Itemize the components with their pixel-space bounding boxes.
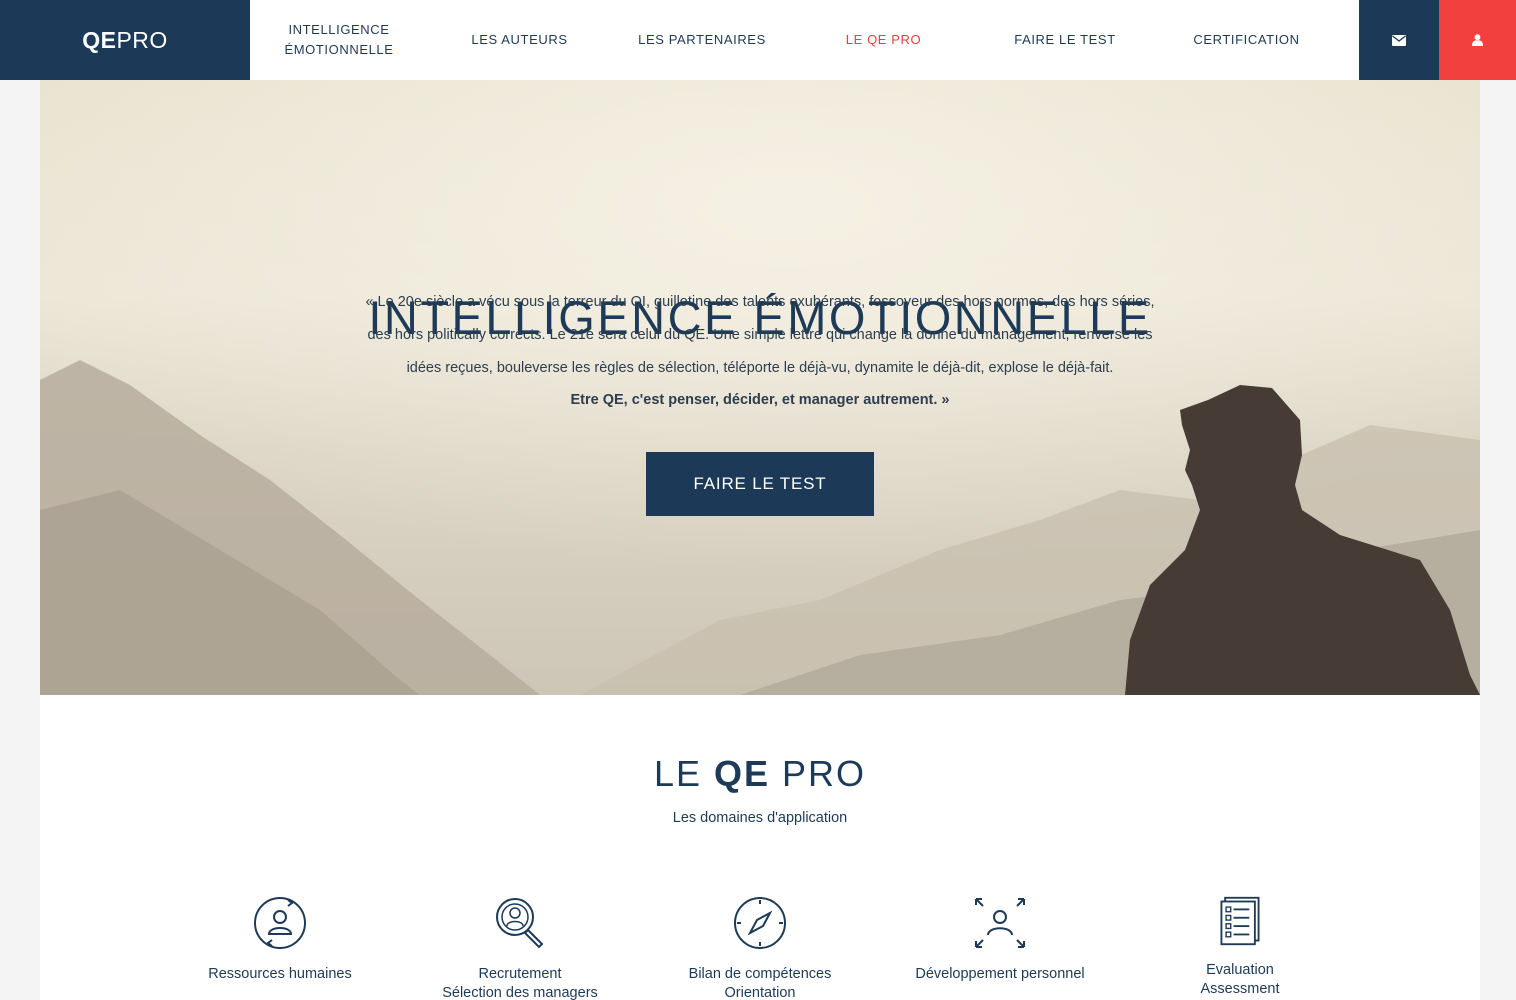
nav-item-les-auteurs[interactable]: LES AUTEURS [428,0,611,80]
domain-label: Ressources humaines [208,966,352,982]
nav-item-les-partenaires[interactable]: LES PARTENAIRES [611,0,793,80]
compass-icon [734,897,786,949]
envelope-icon [1392,34,1406,46]
domain-label: Recrutement [478,966,562,982]
account-button[interactable] [1439,0,1516,80]
section-title: LE QE PRO [40,753,1480,795]
hero-quote-line: « Le 20e siècle a vécu sous la terreur d… [365,294,1155,310]
nav-item-faire-le-test[interactable]: FAIRE LE TEST [974,0,1156,80]
section-title-pre: LE [653,753,714,794]
site-logo[interactable]: QE PRO [0,0,250,80]
hero-quote-line: idées reçues, bouleverse les règles de s… [406,360,1114,376]
section-title-post: PRO [770,753,867,794]
magnifier-person-icon [496,898,544,949]
domain-recrutement[interactable]: Recrutement Sélection des managers [400,895,640,1000]
user-icon [1472,34,1483,46]
nav-item-intelligence-emotionnelle[interactable]: INTELLIGENCE ÉMOTIONNELLE [250,0,428,80]
domain-label: Evaluation [1206,962,1274,978]
nav-item-le-qe-pro[interactable]: LE QE PRO [793,0,974,80]
domain-label-line2: Assessment [1200,981,1280,997]
nav-label-line1: INTELLIGENCE [288,22,390,37]
contact-button[interactable] [1359,0,1439,80]
logo-light: PRO [116,26,168,53]
hero-quote-line: des hors politically corrects. Le 21e se… [367,327,1153,343]
top-navigation: QE PRO INTELLIGENCE ÉMOTIONNELLE LES AUTEU… [0,0,1516,80]
domain-label-line2: Orientation [724,985,796,1000]
domain-label: Développement personnel [915,966,1085,982]
nav-item-certification[interactable]: CERTIFICATION [1156,0,1337,80]
domain-ressources-humaines[interactable]: Ressources humaines [160,895,400,984]
person-expand-icon [975,898,1025,948]
hero-quote-emphasis: Etre QE, c'est penser, décider, et manag… [570,392,950,408]
checklist-icon [1220,896,1260,946]
user-cycle-icon [254,897,306,949]
nav-label-line2: ÉMOTIONNELLE [284,42,394,57]
domain-evaluation[interactable]: Evaluation Assessment [1120,895,1360,999]
domain-label-line2: Sélection des managers [442,985,598,1000]
domain-label: Bilan de compétences [688,966,832,982]
logo-bold: QE [82,26,117,53]
section-subtitle: Les domaines d'application [672,810,848,826]
hero-banner: INTELLIGENCE ÉMOTIONNELLE « Le 20e siècl… [40,80,1480,695]
nav-menu: INTELLIGENCE ÉMOTIONNELLE LES AUTEURS LES… [250,0,1516,80]
faire-le-test-button[interactable]: FAIRE LE TEST [646,452,874,516]
domain-developpement-personnel[interactable]: Développement personnel [880,895,1120,984]
hero-quote: « Le 20e siècle a vécu sous la terreur d… [330,286,1190,416]
section-title-bold: QE [714,753,771,794]
qe-pro-section: LE QE PRO Les domaines d'application Res… [40,695,1480,1000]
domain-bilan-de-competences[interactable]: Bilan de compétences Orientation [640,895,880,1000]
